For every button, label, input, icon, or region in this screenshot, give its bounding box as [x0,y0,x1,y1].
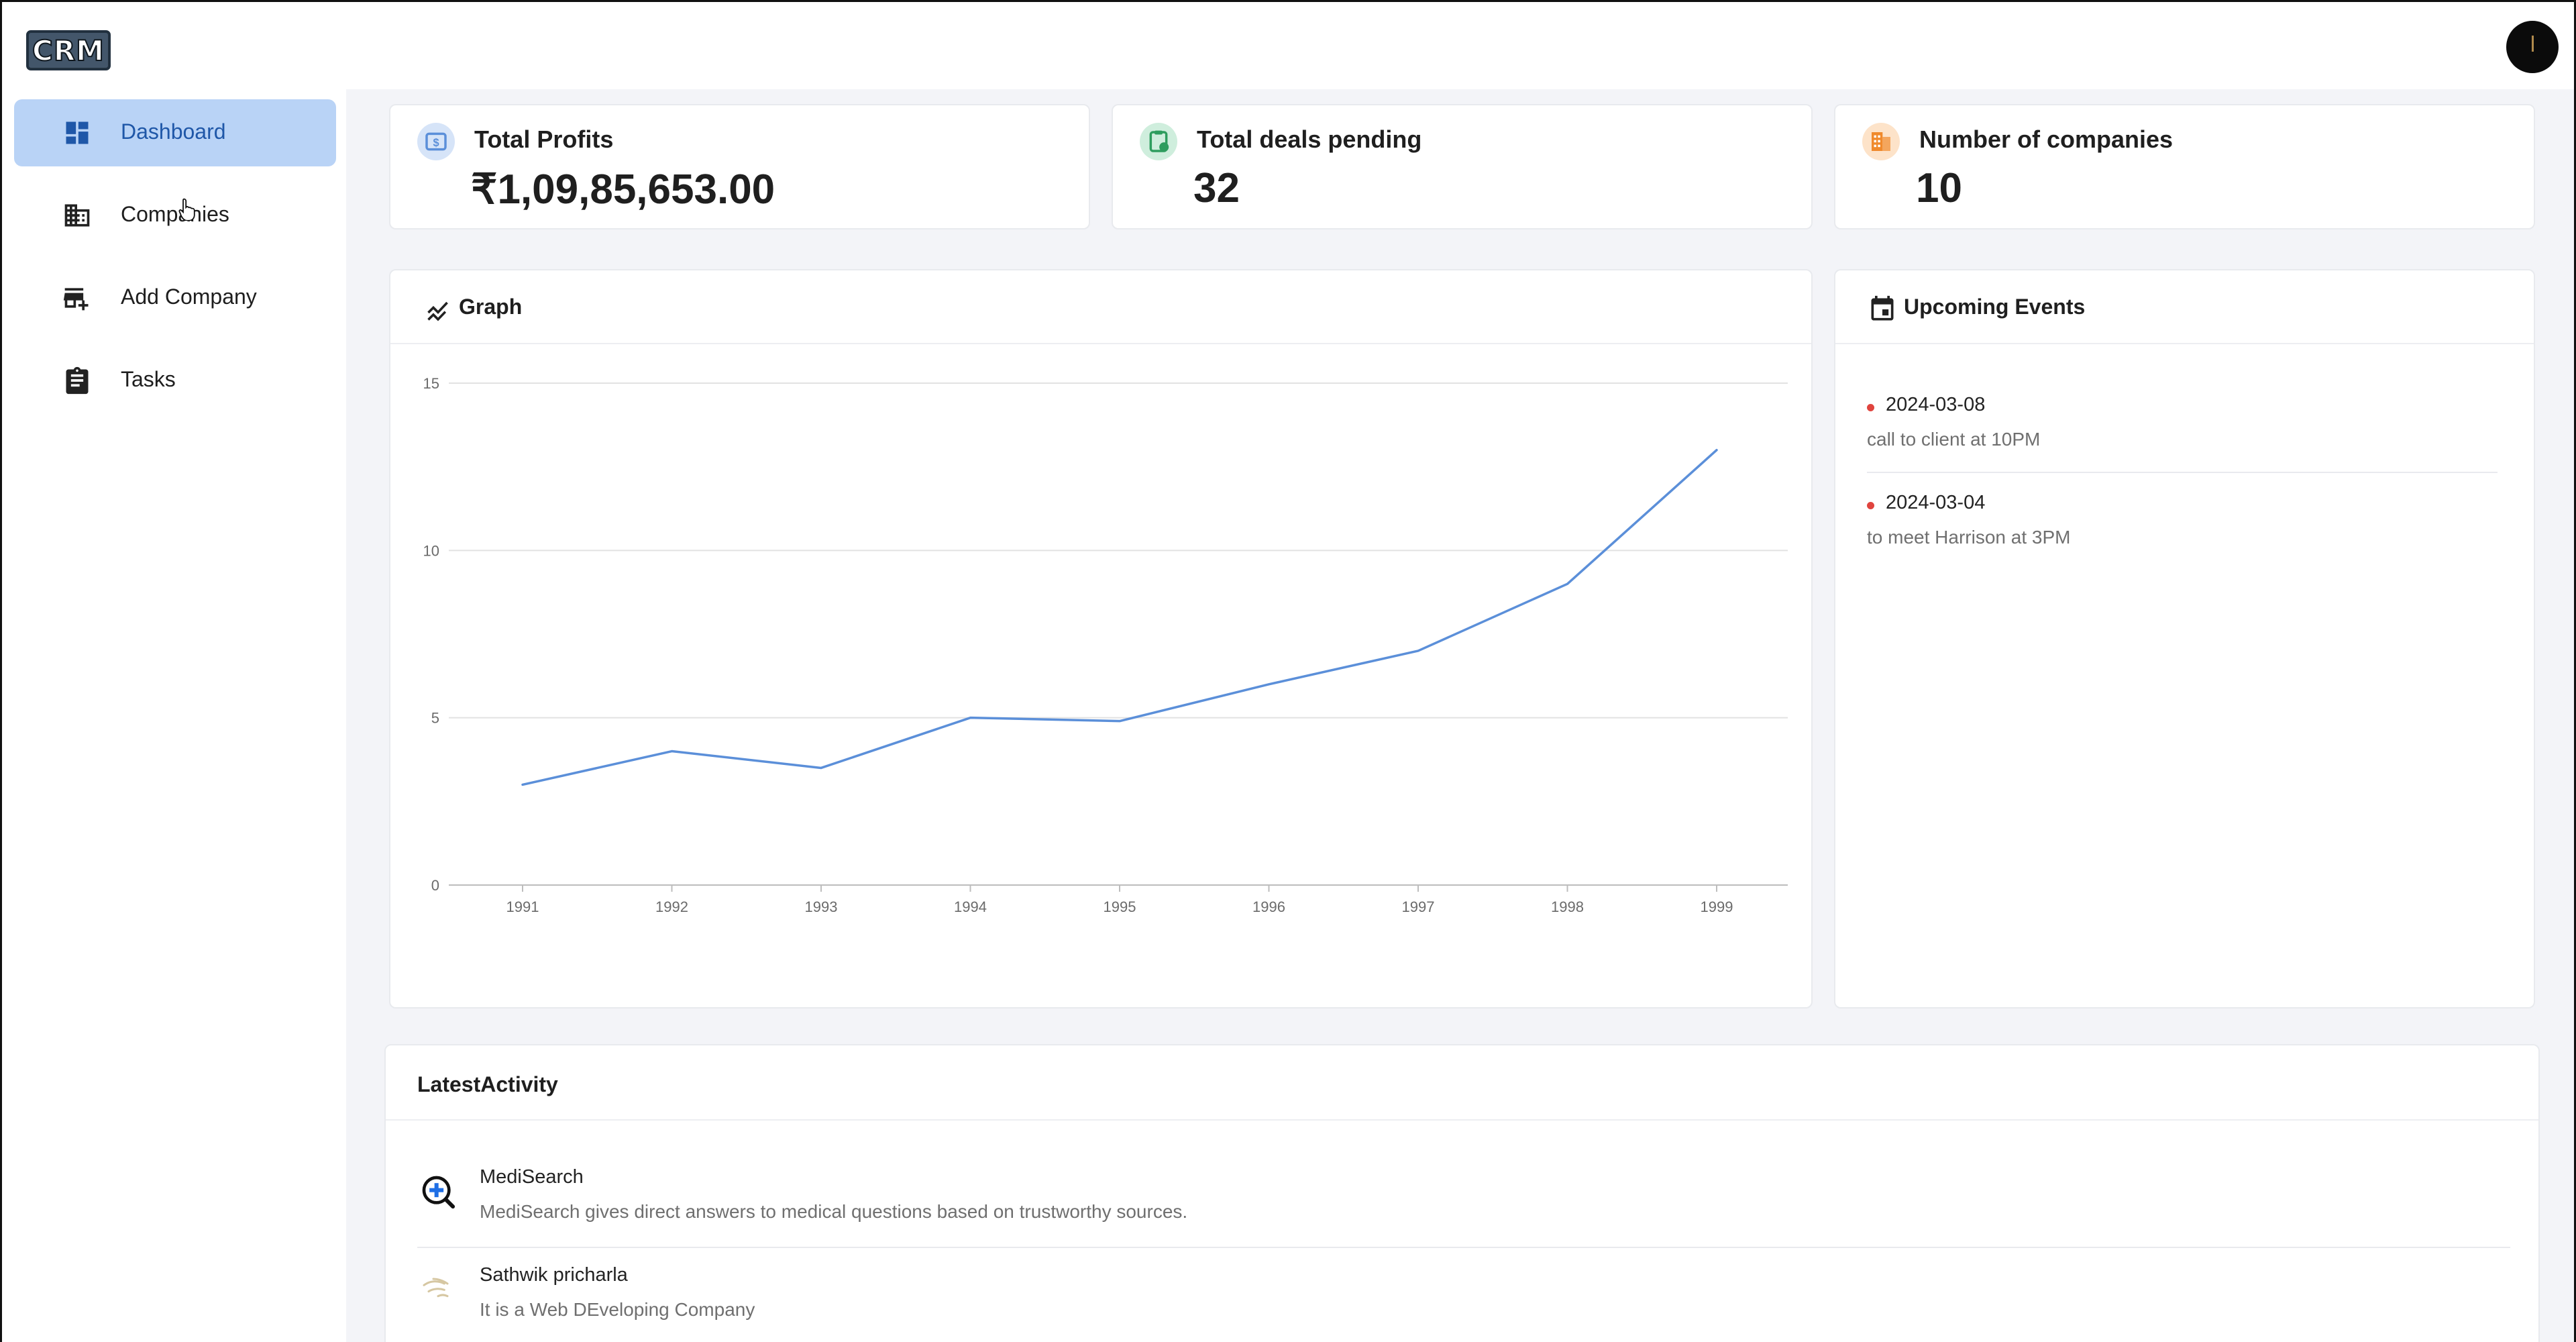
x-tick-label: 1999 [1701,898,1733,915]
graph-card-header: Graph [390,270,1811,344]
y-tick-label: 0 [431,877,439,894]
dashboard-icon [66,121,89,144]
graph-card: Graph 0 5 10 15 1991 1992 1993 1994 1995 1996 1997… [389,269,1813,1009]
stat-card-total-profits: $ Total Profits ₹1,09,85,653.00 [389,104,1090,229]
y-tick-label: 15 [423,375,439,392]
event-divider [1867,472,2498,473]
y-tick-label: 5 [431,710,439,727]
x-tick-label: 1995 [1104,898,1136,915]
event-item[interactable]: 2024-03-08 call to client at 10PM [1867,390,2498,457]
mouse-cursor-icon [178,198,195,221]
sidebar-item-dashboard[interactable]: Dashboard [14,99,336,166]
sidebar: Dashboard Companies Add Company Tasks [2,89,346,1342]
svg-text:$: $ [433,137,439,149]
x-tick-label: 1994 [954,898,987,915]
line-chart: 0 5 10 15 1991 1992 1993 1994 1995 1996 1997 1998 19… [423,375,1788,915]
x-tick-label: 1997 [1402,898,1435,915]
stat-value: 32 [1193,165,1240,211]
latest-activity-card: LatestActivity MediSearch MediSearch giv… [384,1044,2540,1342]
activity-divider [417,1247,2510,1248]
stat-value: ₹1,09,85,653.00 [471,166,775,213]
activity-description: MediSearch gives direct answers to medic… [480,1201,1188,1222]
stat-title: Total deals pending [1197,125,1422,153]
add-store-icon [63,288,89,311]
logo-text: CRM [32,34,105,68]
events-card-header: Upcoming Events [1835,270,2534,344]
clipboard-clock-icon [1140,123,1177,160]
sidebar-item-add-company[interactable]: Add Company [14,264,336,331]
stat-value: 10 [1916,165,1962,211]
stat-title: Total Profits [474,125,614,153]
activity-title: LatestActivity [417,1072,558,1096]
money-icon: $ [417,123,455,160]
event-item[interactable]: 2024-03-04 to meet Harrison at 3PM [1867,488,2498,555]
sidebar-item-companies[interactable]: Companies [14,182,336,249]
graph-title: Graph [459,295,523,319]
stat-title: Number of companies [1919,125,2174,153]
x-tick-label: 1992 [655,898,688,915]
building-icon [64,204,90,227]
activity-name: MediSearch [480,1166,584,1188]
activity-card-header: LatestActivity [386,1045,2538,1121]
event-date: 2024-03-04 [1886,492,1986,513]
sidebar-item-label: Tasks [121,367,176,391]
event-description: call to client at 10PM [1867,429,2041,450]
event-date: 2024-03-08 [1886,394,1986,415]
upcoming-events-card: Upcoming Events 2024-03-08 call to clien… [1834,269,2535,1009]
stat-card-deals-pending: Total deals pending 32 [1112,104,1813,229]
stat-card-number-of-companies: Number of companies 10 [1834,104,2535,229]
events-title: Upcoming Events [1904,295,2086,319]
building-icon [1862,123,1900,160]
x-tick-label: 1993 [805,898,838,915]
medisearch-logo-icon [422,1176,455,1209]
x-tick-label: 1998 [1551,898,1584,915]
y-tick-label: 10 [423,542,439,559]
event-description: to meet Harrison at 3PM [1867,527,2071,548]
clipboard-icon [66,366,89,395]
activity-description: It is a Web DEveloping Company [480,1299,755,1320]
event-dot [1867,502,1874,509]
sidebar-item-label: Dashboard [121,119,226,144]
x-tick-label: 1996 [1252,898,1285,915]
series-line [521,448,1718,786]
calendar-icon [1871,295,1894,321]
x-tick-label: 1991 [506,898,539,915]
activity-name: Sathwik pricharla [480,1264,628,1286]
crm-logo[interactable]: CRM [26,30,111,70]
company-logo-icon [423,1278,449,1298]
line-chart-icon [427,301,448,321]
main-content: $ Total Profits ₹1,09,85,653.00 Total de… [346,89,2574,1342]
sidebar-item-label: Add Company [121,285,257,309]
sidebar-item-tasks[interactable]: Tasks [14,347,336,414]
user-avatar[interactable] [2506,21,2559,73]
sidebar-item-label: Companies [121,202,229,226]
event-dot [1867,404,1874,411]
